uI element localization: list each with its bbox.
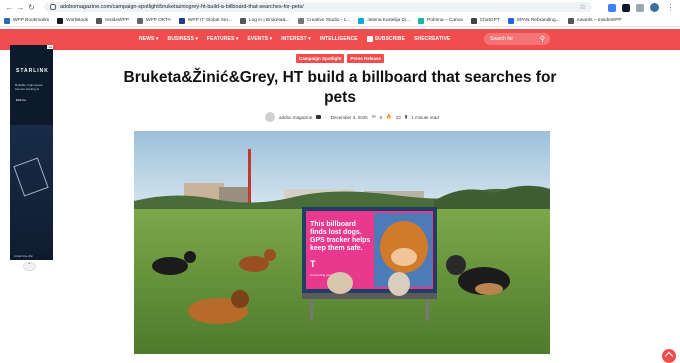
bookmark-favicon <box>358 17 365 24</box>
bookmark-favicon <box>418 17 425 24</box>
ad-price: $29/mo <box>16 98 27 102</box>
author-avatar[interactable] <box>265 112 275 122</box>
billboard-line-2: finds lost dogs. <box>310 229 362 236</box>
bookmark-icon[interactable]: ▮ <box>405 114 407 120</box>
comment-icon[interactable]: ✉ <box>372 114 376 120</box>
meta-separator: · <box>325 114 327 120</box>
telekom-logo: T <box>310 259 316 269</box>
profile-avatar[interactable] <box>650 3 659 12</box>
bookmark-item[interactable]: WorkBook <box>57 17 88 24</box>
extension-icon[interactable] <box>622 3 630 12</box>
mail-icon[interactable] <box>316 115 322 119</box>
site-info-icon[interactable] <box>50 4 56 10</box>
nav-item-events[interactable]: EVENTS ▾ <box>247 36 272 42</box>
bookmark-item[interactable]: Log in | Bruketa&... <box>239 17 290 24</box>
nav-item-features[interactable]: FEATURES ▾ <box>207 36 238 42</box>
back-icon[interactable]: ← <box>4 2 15 13</box>
bookmark-item[interactable]: SPAN Rebranding... <box>507 17 560 24</box>
search-placeholder: Search for <box>490 36 514 42</box>
bookmark-item[interactable]: Creative Studio - L... <box>297 17 350 24</box>
ad-brand: STARLINK <box>16 68 49 74</box>
bookmarks-bar: WPP Bookmarks WorkBook InsideWPP WPP OKT… <box>0 15 680 27</box>
views-icon: 🔥 <box>386 114 392 119</box>
author-name[interactable]: adobo magazine <box>279 115 312 120</box>
read-time: 1 minute read <box>411 114 439 120</box>
article-tags: Campaign Spotlight Press Release <box>0 54 680 63</box>
bookmark-favicon <box>567 17 574 24</box>
extensions-puzzle-icon[interactable] <box>636 3 644 12</box>
bookmark-item[interactable]: WPP Bookmarks <box>4 17 49 24</box>
billboard-line-4: keep them safe. <box>310 245 363 252</box>
article-date: December 3, 2025 <box>330 114 368 120</box>
tag-press-release[interactable]: Press Release <box>347 54 385 63</box>
toolbar-extensions: ⋮ <box>608 2 676 13</box>
nav-item-subscribe[interactable]: SUBSCRIBE <box>366 36 405 42</box>
bookmark-favicon <box>178 17 185 24</box>
nav-item-intelligence[interactable]: INTELLIGENCE <box>320 36 358 42</box>
bookmark-item[interactable]: WPP IT Global Ser... <box>178 17 232 24</box>
article-title: Bruketa&Žinić&Grey, HT build a billboard… <box>123 69 557 106</box>
bookmark-favicon <box>57 17 64 24</box>
reload-icon[interactable]: ↻ <box>26 2 37 13</box>
browser-menu-icon[interactable]: ⋮ <box>665 2 676 13</box>
comment-count: 0 <box>379 114 383 120</box>
bookmark-item[interactable]: Pobirna – Canva <box>418 17 463 24</box>
tag-campaign-spotlight[interactable]: Campaign Spotlight <box>295 54 345 63</box>
billboard-line-1: This billboard <box>310 221 356 228</box>
bookmark-favicon <box>96 17 103 24</box>
forward-icon[interactable]: → <box>15 2 26 13</box>
folder-icon <box>4 17 10 24</box>
scroll-to-top-button[interactable] <box>662 349 676 363</box>
ad-choices-label[interactable]: Ad <box>47 45 53 49</box>
address-bar[interactable]: adobomagazine.com/campaign-spotlight/bru… <box>44 2 592 12</box>
subscribe-icon <box>366 36 373 42</box>
site-nav: NEWS ▾ BUSINESS ▾ FEATURES ▾ EVENTS ▾ IN… <box>0 29 680 50</box>
bookmark-favicon <box>239 17 246 24</box>
view-count: 23 <box>395 114 401 120</box>
bookmark-favicon <box>470 17 477 24</box>
bookmark-item[interactable]: InsideWPP <box>96 17 129 24</box>
ad-tagline: Reliable, high-speed internet starting a… <box>15 83 43 92</box>
bookmark-item[interactable]: Awards – InsideWPP <box>567 17 622 24</box>
bookmark-item[interactable]: Jelena Kartelija Di... <box>358 17 410 24</box>
nav-item-news[interactable]: NEWS ▾ <box>139 36 159 42</box>
billboard-line-3: GPS tracker helps <box>310 237 370 244</box>
bookmark-favicon <box>136 17 143 24</box>
nav-item-shecreative[interactable]: SHECREATIVE <box>414 36 450 42</box>
bookmark-favicon <box>297 17 304 24</box>
url-text: adobomagazine.com/campaign-spotlight/bru… <box>60 4 304 10</box>
bookmark-favicon <box>507 17 514 24</box>
starlink-ad[interactable]: Ad STARLINK Reliable, high-speed interne… <box>10 45 53 260</box>
nav-item-business[interactable]: BUSINESS ▾ <box>168 36 198 42</box>
search-input[interactable]: Search for ⚲ <box>484 33 550 45</box>
bookmark-star-icon[interactable]: ☆ <box>580 3 586 11</box>
browser-toolbar: ← → ↻ adobomagazine.com/campaign-spotlig… <box>0 0 680 14</box>
main-menu: NEWS ▾ BUSINESS ▾ FEATURES ▾ EVENTS ▾ IN… <box>139 36 450 42</box>
search-icon[interactable]: ⚲ <box>540 35 545 43</box>
nav-item-interest[interactable]: INTEREST ▾ <box>281 36 311 42</box>
extension-icon[interactable] <box>608 3 616 12</box>
ad-footer: Limited time offer <box>14 255 34 258</box>
article-hero-image: This billboard finds lost dogs. GPS trac… <box>134 131 550 354</box>
bookmark-item[interactable]: ChatGPT <box>470 17 500 24</box>
chevron-up-icon[interactable]: ˆ <box>23 262 36 271</box>
bookmark-item[interactable]: WPP OKTA <box>136 17 171 24</box>
article-meta: adobo magazine · December 3, 2025 ✉ 0 🔥 … <box>265 112 439 122</box>
